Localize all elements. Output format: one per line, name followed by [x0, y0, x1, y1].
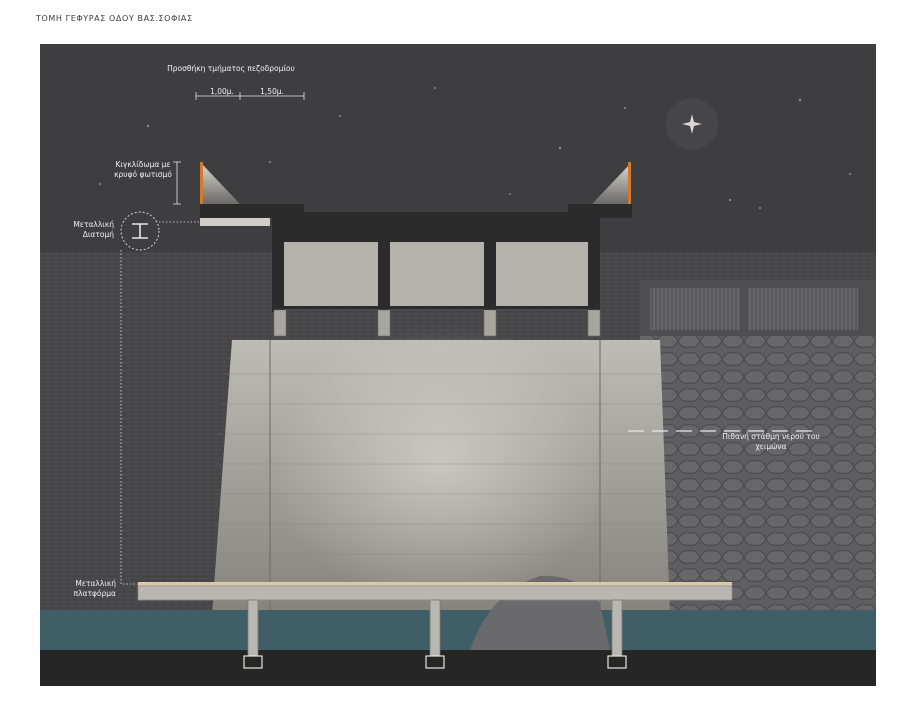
platform-label: Μεταλλική πλατφόρμα: [73, 579, 116, 598]
fence-panel: [748, 288, 858, 330]
sidewalk-addition-label: Προσθήκη τμήματος πεζοδρομίου: [167, 64, 295, 73]
ground: [40, 650, 876, 686]
platform-railing: [138, 582, 732, 586]
deck-underside: [272, 242, 600, 308]
beam: [588, 212, 600, 312]
deck-bottom-line: [272, 306, 600, 309]
bridge-deck: [272, 212, 600, 242]
railing-left: [200, 162, 203, 204]
bridge-section-illustration: [40, 44, 876, 686]
beam: [484, 242, 496, 312]
railing-right: [628, 162, 631, 204]
section-drawing: Προσθήκη τμήματος πεζοδρομίου 1,00μ. 1,5…: [40, 44, 876, 686]
beam: [272, 212, 284, 312]
metal-platform: [137, 585, 733, 601]
beam-label: Μεταλλική Διατομή: [73, 220, 114, 239]
water-level-label: Πιθανή στάθμη νερού του χειμώνα: [722, 432, 820, 451]
railing-label: Κιγκλίδωμα με κρυφό φωτισμό: [114, 160, 172, 179]
dimension-label-2: 1,50μ.: [260, 87, 284, 96]
left-cantilever: [200, 204, 304, 218]
drawing-title: ΤΟΜΗ ΓΕΦΥΡΑΣ ΟΔΟΥ ΒΑΣ.ΣΟΦΙΑΣ: [36, 14, 193, 23]
beam: [378, 242, 390, 312]
dimension-label-1: 1,00μ.: [210, 87, 234, 96]
sidewalk-extension: [200, 218, 270, 226]
water: [40, 610, 876, 650]
fence-panel: [650, 288, 740, 330]
